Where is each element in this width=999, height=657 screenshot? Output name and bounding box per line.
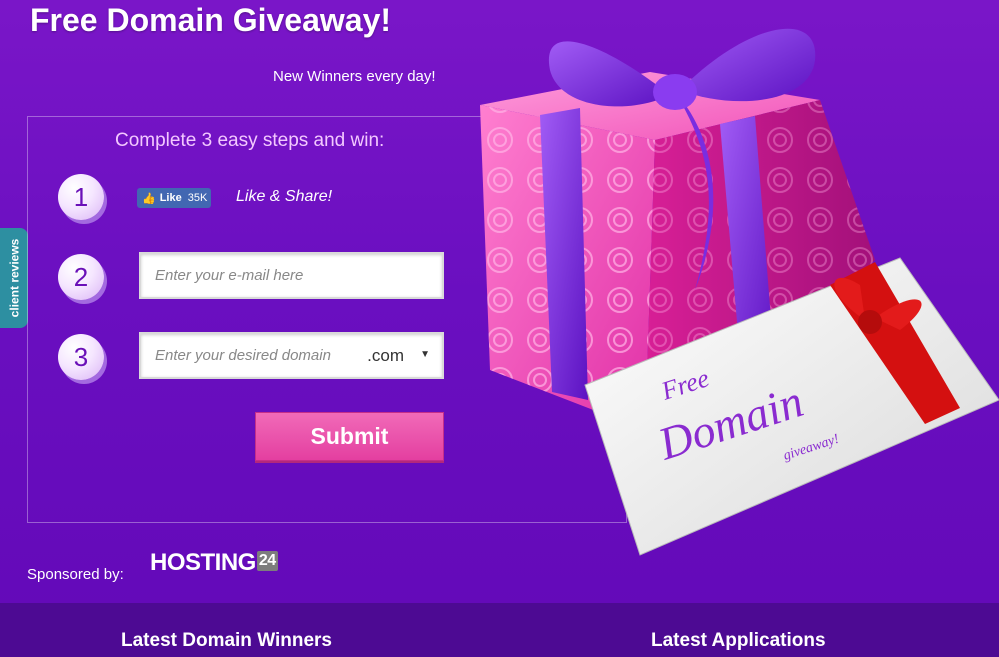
hosting24-logo-text: HOSTING [150, 549, 256, 576]
side-tab-label: client reviews [7, 238, 21, 318]
email-input[interactable] [141, 254, 442, 297]
latest-applications-heading: Latest Applications [651, 630, 826, 651]
like-share-text: Like & Share! [236, 188, 333, 205]
page-subtitle: New Winners every day! [273, 68, 436, 85]
steps-heading: Complete 3 easy steps and win: [115, 130, 385, 151]
page-title: Free Domain Giveaway! [30, 2, 392, 38]
chevron-down-icon[interactable]: ▼ [420, 349, 430, 360]
email-field[interactable] [139, 252, 444, 299]
facebook-like-label: Like [159, 192, 182, 204]
side-tab-client-reviews[interactable]: client reviews [0, 228, 28, 328]
hosting24-logo-badge: 24 [256, 551, 278, 571]
sponsored-label: Sponsored by: [27, 566, 124, 583]
domain-field[interactable]: .com ▼ [139, 332, 444, 379]
step-1-number: 1 [58, 174, 104, 220]
domain-input[interactable] [141, 334, 356, 377]
thumbs-up-icon: 👍 [142, 192, 156, 205]
hosting24-logo[interactable]: HOSTING 24 [150, 549, 278, 577]
submit-button[interactable]: Submit [255, 412, 444, 461]
latest-domain-winners-heading: Latest Domain Winners [121, 630, 332, 651]
facebook-like-button[interactable]: 👍 Like 35K [137, 188, 211, 208]
gift-box-illustration: Free Domain giveaway! [480, 28, 999, 556]
step-2-number: 2 [58, 254, 104, 300]
tld-select[interactable]: .com [367, 346, 404, 366]
step-3-number: 3 [58, 334, 104, 380]
facebook-like-count: 35K [187, 192, 208, 204]
